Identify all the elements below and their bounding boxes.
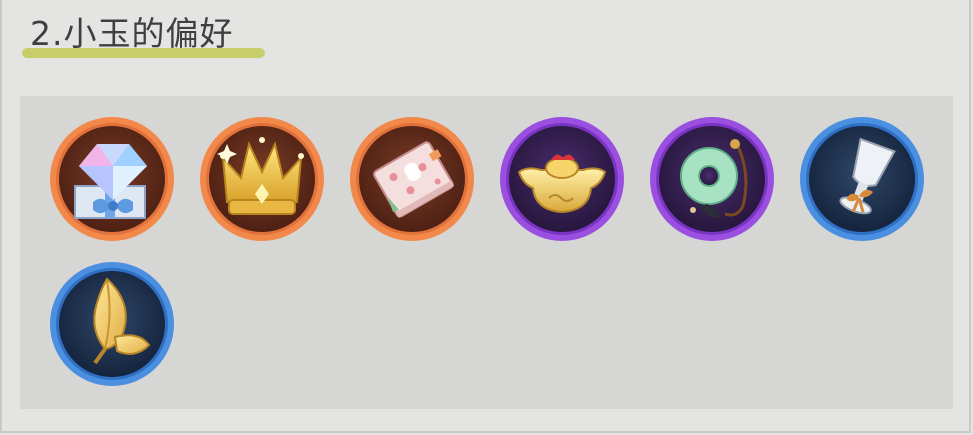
golden-leaf-icon [50, 262, 174, 386]
diamond-gift-icon [50, 117, 174, 241]
gift-book-item[interactable] [347, 114, 477, 244]
silver-goblet-icon [800, 117, 924, 241]
jade-pendant-icon [650, 117, 774, 241]
golden-crown-item[interactable] [197, 114, 327, 244]
preference-panel [20, 96, 953, 409]
section-title: 2.小玉的偏好 [30, 14, 234, 53]
gold-ingot-item[interactable] [497, 114, 627, 244]
golden-crown-icon [200, 117, 324, 241]
gift-book-icon [350, 117, 474, 241]
gold-ingot-icon [500, 117, 624, 241]
silver-goblet-item[interactable] [797, 114, 927, 244]
section-header: 2.小玉的偏好 [22, 14, 265, 58]
diamond-gift-item[interactable] [47, 114, 177, 244]
jade-pendant-item[interactable] [647, 114, 777, 244]
golden-leaf-item[interactable] [47, 259, 177, 389]
